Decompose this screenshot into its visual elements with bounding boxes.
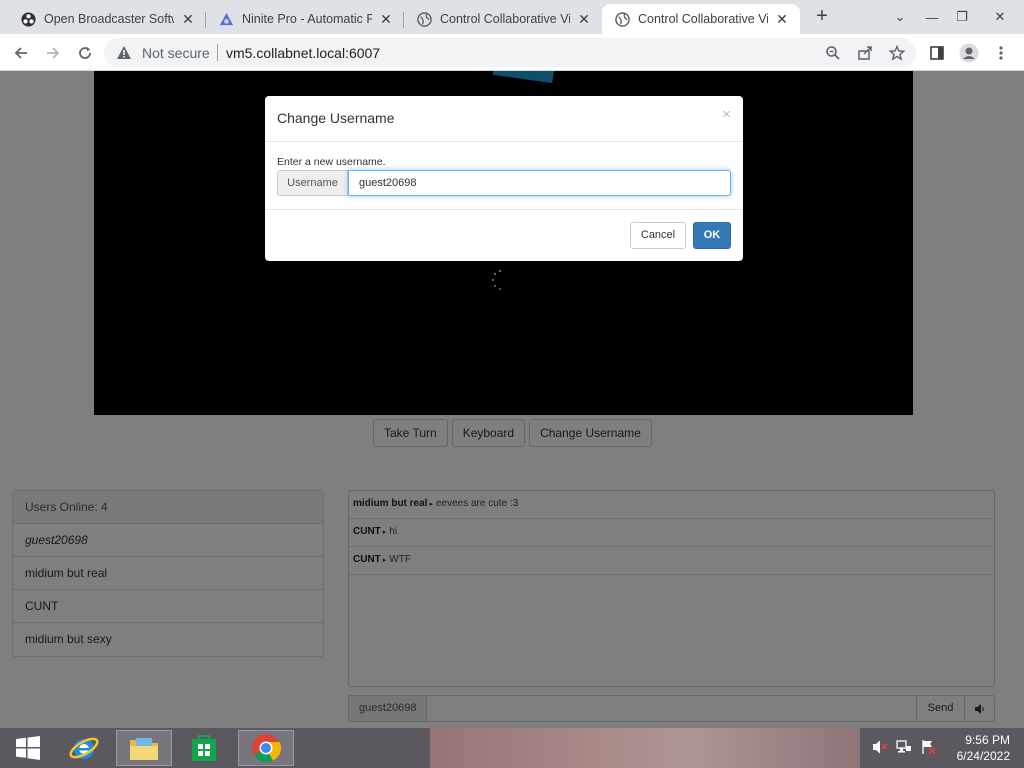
cancel-button[interactable]: Cancel [630, 222, 686, 249]
forward-arrow-icon[interactable] [40, 40, 66, 66]
tab-title: Control Collaborative Virtual [638, 12, 768, 26]
internet-explorer-icon[interactable] [56, 730, 112, 766]
ok-button[interactable]: OK [693, 222, 731, 249]
share-icon[interactable] [852, 40, 878, 66]
page-content: Take Turn Keyboard Change Username Users… [0, 71, 1024, 728]
chrome-icon[interactable] [238, 730, 294, 766]
tab-title: Ninite Pro - Automatic Patching [242, 12, 372, 26]
dialog-prompt: Enter a new username. [277, 156, 386, 168]
new-tab-icon[interactable]: + [811, 6, 833, 28]
globe-icon [614, 11, 630, 27]
restore-icon[interactable]: ❐ [944, 0, 980, 34]
close-tab-icon[interactable]: ✕ [774, 11, 790, 27]
store-icon[interactable] [176, 730, 232, 766]
clock-date: 6/24/2022 [956, 749, 1010, 763]
browser-tab-strip: Open Broadcaster Software ✕ Ninite Pro -… [0, 0, 1024, 34]
browser-tab-active[interactable]: Control Collaborative Virtual ✕ [602, 4, 800, 34]
globe-icon [416, 11, 432, 27]
dialog-header: Change Username × [265, 96, 743, 142]
back-arrow-icon[interactable] [8, 40, 34, 66]
username-input[interactable]: guest20698 [348, 170, 731, 196]
tab-title: Open Broadcaster Software [44, 12, 174, 26]
reload-icon[interactable] [72, 40, 98, 66]
address-bar[interactable]: Not secure vm5.collabnet.local:6007 [104, 38, 916, 67]
start-button[interactable] [0, 730, 56, 766]
close-tab-icon[interactable]: ✕ [576, 11, 592, 27]
close-icon[interactable]: × [722, 106, 731, 123]
tab-title: Control Collaborative Virtual [440, 12, 570, 26]
side-panel-icon[interactable] [924, 40, 950, 66]
warning-triangle-icon[interactable] [116, 45, 132, 63]
windows-taskbar: 9:56 PM 6/24/2022 [0, 728, 1024, 768]
browser-tab[interactable]: Open Broadcaster Software ✕ [8, 4, 206, 34]
close-tab-icon[interactable]: ✕ [180, 11, 196, 27]
volume-muted-icon[interactable] [872, 739, 888, 758]
ninite-icon [218, 11, 234, 27]
system-clock[interactable]: 9:56 PM 6/24/2022 [957, 732, 1010, 764]
close-tab-icon[interactable]: ✕ [378, 11, 394, 27]
close-window-icon[interactable]: ✕ [982, 0, 1018, 34]
kebab-menu-icon[interactable] [988, 40, 1014, 66]
system-tray [872, 728, 936, 768]
zoom-icon[interactable] [820, 40, 846, 66]
divider [217, 44, 218, 61]
clock-time: 9:56 PM [965, 733, 1010, 747]
profile-avatar-icon[interactable] [956, 40, 982, 66]
browser-toolbar: Not secure vm5.collabnet.local:6007 [0, 34, 1024, 71]
windows-logo-icon [16, 736, 40, 760]
action-center-flag-icon[interactable] [920, 739, 936, 758]
security-status[interactable]: Not secure [142, 45, 210, 61]
username-input-group: Username guest20698 [277, 170, 731, 196]
browser-tab[interactable]: Ninite Pro - Automatic Patching ✕ [206, 4, 404, 34]
obs-icon [20, 11, 36, 27]
bookmark-star-icon[interactable] [884, 40, 910, 66]
dialog-footer: Cancel OK [630, 222, 731, 249]
url-text[interactable]: vm5.collabnet.local:6007 [226, 45, 380, 61]
browser-tab[interactable]: Control Collaborative Virtual ✕ [404, 4, 602, 34]
desktop-wallpaper-strip [430, 728, 860, 768]
dialog-body: Enter a new username. Username guest2069… [265, 142, 743, 210]
network-icon[interactable] [896, 739, 912, 758]
change-username-dialog: Change Username × Enter a new username. … [265, 96, 743, 261]
dialog-title: Change Username [277, 110, 395, 126]
username-addon-label: Username [277, 170, 348, 196]
file-explorer-icon[interactable] [116, 730, 172, 766]
tab-search-chevron-icon[interactable]: ⌄ [882, 0, 918, 34]
